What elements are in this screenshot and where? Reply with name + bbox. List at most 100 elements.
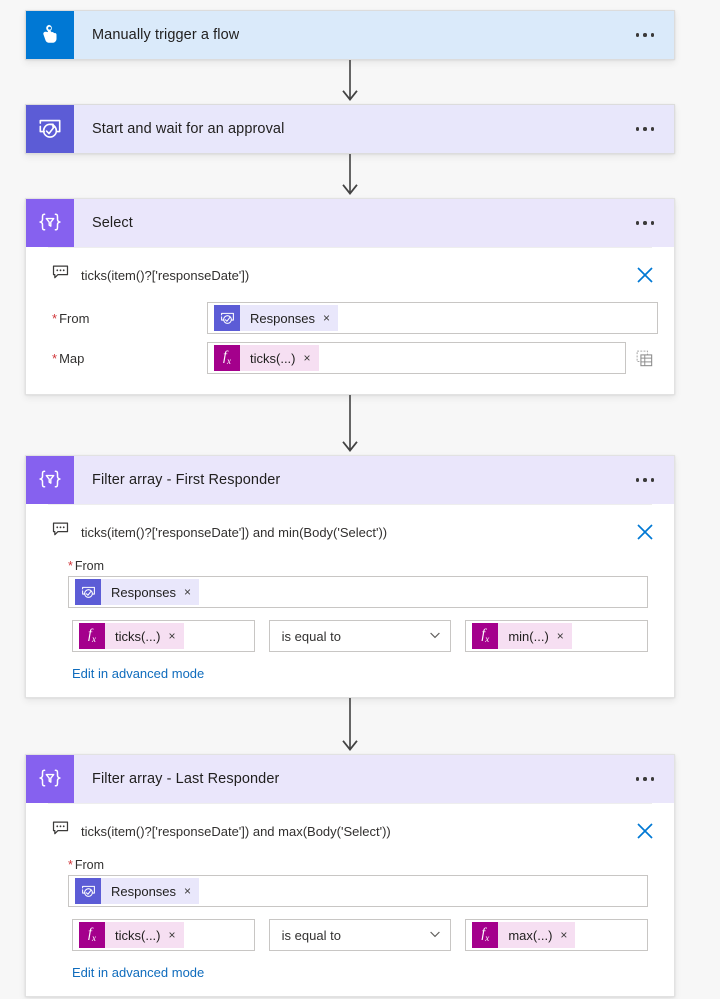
step-header[interactable]: Manually trigger a flow (26, 11, 674, 59)
connector-arrow-1 (25, 60, 675, 104)
fx-icon: fx (79, 922, 105, 948)
condition-right-cell: fx max(...) × (465, 919, 649, 951)
step-overflow-menu-button[interactable] (628, 472, 663, 488)
token-label: max(...) × (498, 922, 576, 948)
condition-row: fx ticks(...) × is equal to (26, 608, 674, 652)
step-overflow-menu-button[interactable] (628, 27, 663, 43)
edit-in-advanced-mode-link[interactable]: Edit in advanced mode (26, 652, 674, 681)
condition-right-input[interactable]: fx max(...) × (465, 919, 649, 951)
edit-in-advanced-mode-link[interactable]: Edit in advanced mode (26, 951, 674, 980)
token-remove-button[interactable]: × (184, 586, 191, 598)
step-title: Select (92, 215, 133, 231)
step-header-body: Select (74, 199, 674, 247)
from-input[interactable]: Responses × (68, 576, 648, 608)
condition-right-input[interactable]: fx min(...) × (465, 620, 649, 652)
token-label: Responses × (101, 878, 200, 904)
required-asterisk: * (52, 310, 58, 326)
token-label: ticks(...) × (240, 345, 319, 371)
field-label-from: * From (68, 858, 105, 872)
token-text: Responses (111, 584, 177, 600)
token-min-expression[interactable]: fx min(...) × (472, 623, 572, 649)
token-text: ticks(...) (250, 350, 296, 366)
step-comment-row: ticks(item()?['responseDate']) and max(B… (26, 804, 674, 854)
flow-designer-canvas: Manually trigger a flow Start and wait f… (0, 0, 720, 999)
data-operation-filter-icon (26, 755, 74, 803)
step-header[interactable]: Filter array - Last Responder (26, 755, 674, 803)
token-text: Responses (250, 310, 316, 326)
close-icon[interactable] (632, 519, 658, 545)
chevron-down-icon (428, 927, 442, 944)
token-ticks-expression[interactable]: fx ticks(...) × (79, 922, 184, 948)
token-remove-button[interactable]: × (323, 312, 330, 324)
step-title: Start and wait for an approval (92, 121, 285, 137)
arrow-down-icon (342, 154, 358, 195)
step-overflow-menu-button[interactable] (628, 215, 663, 231)
token-max-expression[interactable]: fx max(...) × (472, 922, 576, 948)
connector-arrow-4 (25, 698, 675, 754)
close-icon[interactable] (632, 262, 658, 288)
step-comment-row: ticks(item()?['responseDate']) (26, 248, 674, 298)
condition-left-input[interactable]: fx ticks(...) × (72, 620, 255, 652)
token-label: Responses × (101, 579, 200, 605)
fx-icon: fx (472, 623, 499, 649)
comment-text: ticks(item()?['responseDate']) (81, 267, 250, 283)
condition-operator-cell: is equal to (268, 620, 452, 652)
fx-icon: fx (472, 922, 499, 948)
step-body: ticks(item()?['responseDate']) and min(B… (26, 504, 674, 697)
token-remove-button[interactable]: × (560, 929, 567, 941)
token-text: min(...) (508, 628, 549, 644)
token-remove-button[interactable]: × (169, 929, 176, 941)
field-label-from: * From (68, 559, 105, 573)
data-operation-filter-icon (26, 199, 74, 247)
arrow-down-icon (342, 60, 358, 101)
step-header-body: Start and wait for an approval (74, 105, 674, 153)
condition-right-cell: fx min(...) × (465, 620, 649, 652)
flow-step-filter-array-last-responder[interactable]: Filter array - Last Responder ticks(item… (25, 754, 675, 997)
condition-left-cell: fx ticks(...) × (72, 919, 255, 951)
token-text: ticks(...) (115, 927, 161, 943)
step-overflow-menu-button[interactable] (628, 121, 663, 137)
close-icon[interactable] (632, 818, 658, 844)
flow-steps-list: Manually trigger a flow Start and wait f… (25, 10, 675, 997)
map-input[interactable]: fx ticks(...) × (207, 342, 626, 374)
token-label: ticks(...) × (105, 922, 184, 948)
token-remove-button[interactable]: × (169, 630, 176, 642)
token-remove-button[interactable]: × (557, 630, 564, 642)
token-label: ticks(...) × (105, 623, 184, 649)
condition-operator-value: is equal to (281, 628, 341, 644)
arrow-down-icon (342, 395, 358, 452)
step-header-body: Filter array - Last Responder (74, 755, 674, 803)
token-ticks-expression[interactable]: fx ticks(...) × (79, 623, 184, 649)
comment-icon (52, 521, 69, 543)
arrow-down-icon (342, 698, 358, 751)
approval-check-icon (26, 105, 74, 153)
condition-left-input[interactable]: fx ticks(...) × (72, 919, 255, 951)
flow-step-filter-array-first-responder[interactable]: Filter array - First Responder ticks(ite… (25, 455, 675, 698)
condition-row: fx ticks(...) × is equal to (26, 907, 674, 951)
approval-check-icon (75, 878, 101, 904)
token-text: max(...) (508, 927, 553, 943)
token-remove-button[interactable]: × (184, 885, 191, 897)
step-header[interactable]: Start and wait for an approval (26, 105, 674, 153)
token-responses[interactable]: Responses × (75, 878, 200, 904)
flow-step-select[interactable]: Select ticks(item()?['responseDate']) * … (25, 198, 675, 395)
token-responses[interactable]: Responses × (75, 579, 200, 605)
flow-step-manually-trigger-a-flow[interactable]: Manually trigger a flow (25, 10, 675, 60)
condition-operator-value: is equal to (281, 927, 341, 943)
step-header[interactable]: Filter array - First Responder (26, 456, 674, 504)
switch-to-table-mode-icon[interactable] (630, 342, 658, 374)
condition-operator-select[interactable]: is equal to (268, 919, 452, 951)
step-header[interactable]: Select (26, 199, 674, 247)
from-input[interactable]: Responses × (68, 875, 648, 907)
token-label: Responses × (240, 305, 339, 331)
condition-operator-select[interactable]: is equal to (268, 620, 452, 652)
token-remove-button[interactable]: × (304, 352, 311, 364)
from-input[interactable]: Responses × (207, 302, 658, 334)
connector-arrow-3 (25, 395, 675, 455)
token-ticks-expression[interactable]: fx ticks(...) × (214, 345, 319, 371)
fx-icon: fx (79, 623, 105, 649)
step-overflow-menu-button[interactable] (628, 771, 663, 787)
flow-step-start-and-wait-for-an-approval[interactable]: Start and wait for an approval (25, 104, 675, 154)
token-responses[interactable]: Responses × (214, 305, 339, 331)
token-text: ticks(...) (115, 628, 161, 644)
